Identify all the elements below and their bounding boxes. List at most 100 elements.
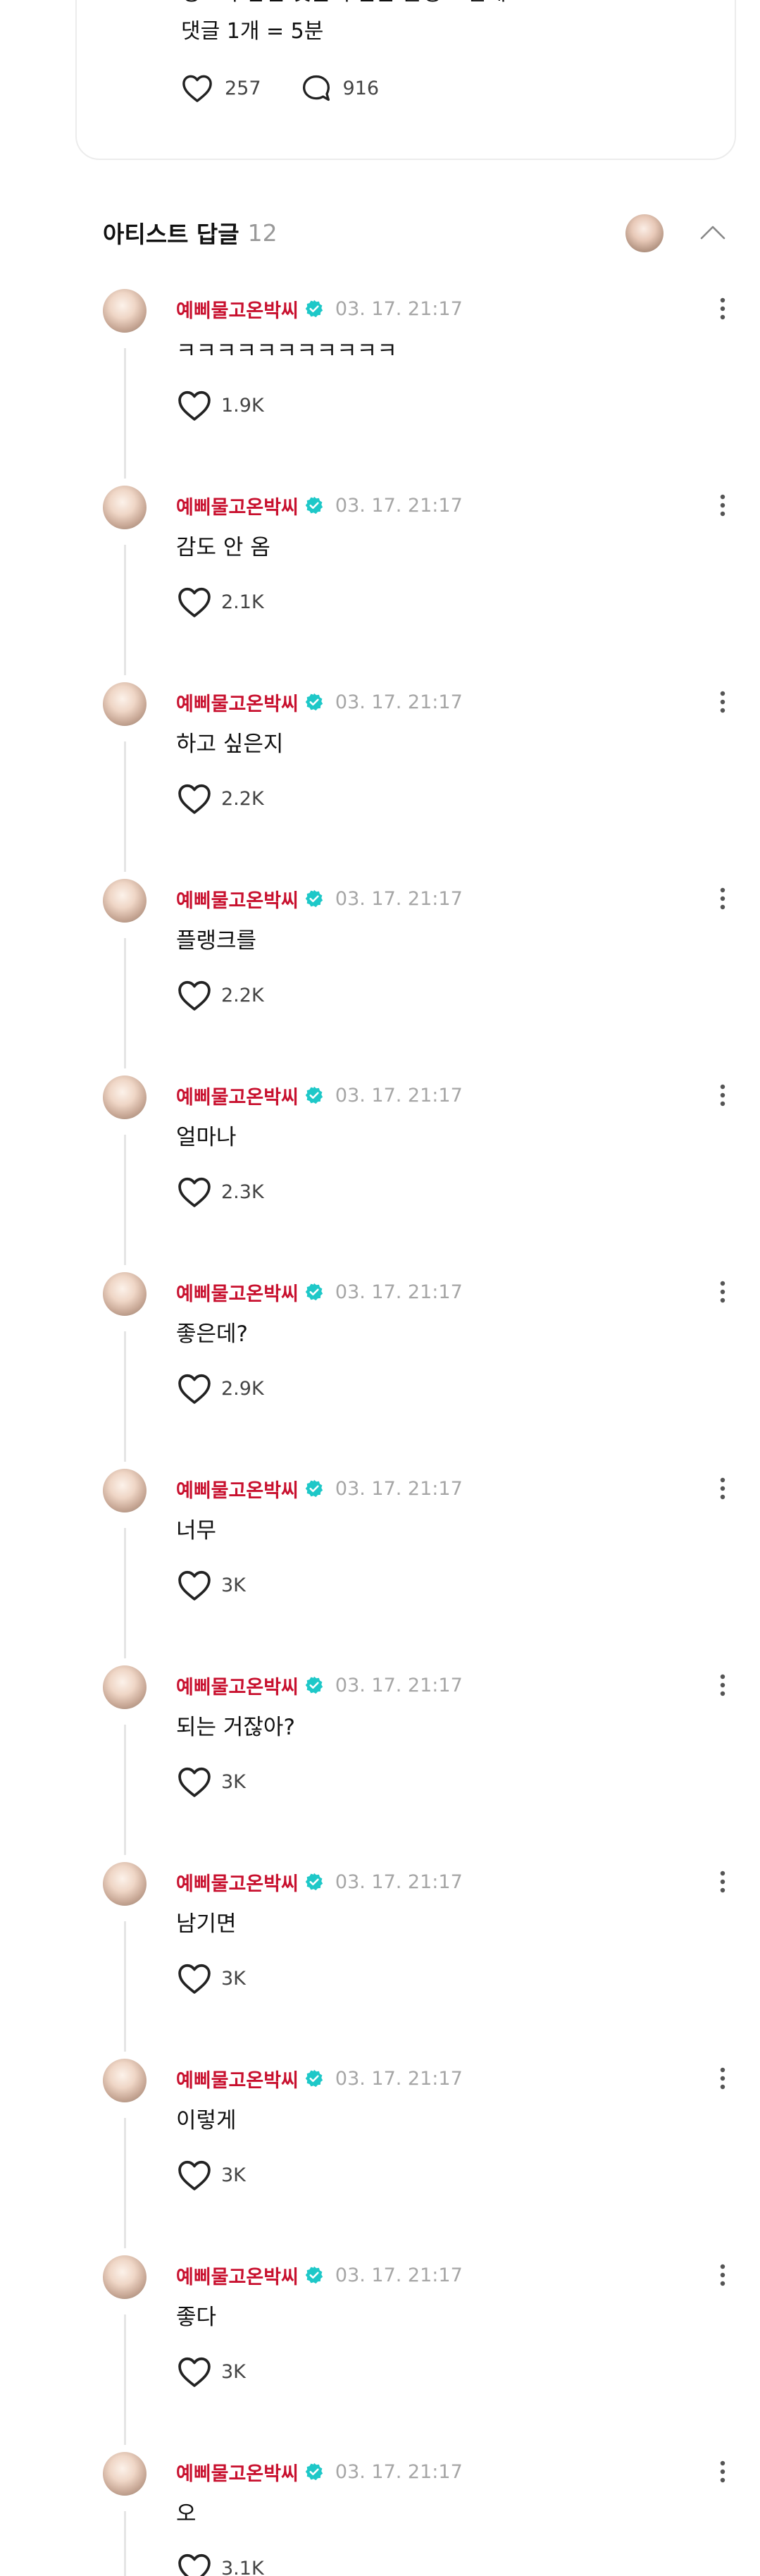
- like-count: 2.2K: [221, 787, 264, 810]
- reply-like-button[interactable]: 1.9K: [176, 389, 264, 421]
- more-vertical-icon[interactable]: [714, 885, 731, 913]
- verified-badge-icon: [305, 2463, 323, 2481]
- reply-text: 플랭크를: [176, 928, 257, 954]
- reply-like-button[interactable]: 3.1K: [176, 2552, 264, 2576]
- reply-text: 얼마나: [176, 1125, 237, 1150]
- artist-avatar[interactable]: [103, 2255, 147, 2299]
- reply-text: 오: [176, 2501, 197, 2527]
- artist-avatar[interactable]: [103, 1862, 147, 1906]
- artist-name[interactable]: 예삐물고온박씨: [176, 689, 299, 716]
- post-text: 성호가 남긴 댓글 수만큼 플랭크 할게!ㅎ 댓글 1개 = 5분: [181, 0, 534, 51]
- timestamp: 03. 17. 21:17: [335, 1674, 463, 1696]
- post-like-button[interactable]: 257: [181, 73, 261, 103]
- like-count: 3.1K: [221, 2557, 264, 2576]
- reply-like-button[interactable]: 2.1K: [176, 586, 264, 618]
- timestamp: 03. 17. 21:17: [335, 494, 463, 517]
- reply-like-button[interactable]: 3K: [176, 1569, 246, 1601]
- verified-badge-icon: [305, 1479, 323, 1498]
- post-text-line: 성호가 남긴 댓글 수만큼 플랭크 할게!ㅎ: [181, 0, 534, 13]
- artist-avatar[interactable]: [103, 2452, 147, 2496]
- reply-item: 예삐물고온박씨 03. 17. 21:17 ㅋㅋㅋㅋㅋㅋㅋㅋㅋㅋㅋ 1.9K: [103, 289, 737, 481]
- thread-line: [124, 545, 126, 675]
- reply-like-button[interactable]: 3K: [176, 2355, 246, 2388]
- more-vertical-icon[interactable]: [714, 2064, 731, 2093]
- more-vertical-icon[interactable]: [714, 688, 731, 716]
- reply-like-button[interactable]: 3K: [176, 1962, 246, 1995]
- like-count: 2.9K: [221, 1377, 264, 1400]
- artist-name[interactable]: 예삐물고온박씨: [176, 492, 299, 519]
- reply-text: 이렇게: [176, 2108, 237, 2133]
- more-vertical-icon[interactable]: [714, 491, 731, 519]
- artist-avatar[interactable]: [103, 1076, 147, 1119]
- verified-badge-icon: [305, 1086, 323, 1104]
- artist-name[interactable]: 예삐물고온박씨: [176, 1672, 299, 1699]
- heart-icon: [182, 75, 212, 102]
- artist-name[interactable]: 예삐물고온박씨: [176, 2262, 299, 2289]
- more-vertical-icon[interactable]: [714, 1278, 731, 1306]
- artist-name[interactable]: 예삐물고온박씨: [176, 2065, 299, 2093]
- more-vertical-icon[interactable]: [714, 1671, 731, 1699]
- timestamp: 03. 17. 21:17: [335, 2264, 463, 2286]
- reply-item: 예삐물고온박씨 03. 17. 21:17 감도 안 옴 2.1K: [103, 486, 737, 678]
- reply-like-button[interactable]: 2.3K: [176, 1176, 264, 1208]
- reply-like-button[interactable]: 2.2K: [176, 782, 264, 815]
- artist-avatar[interactable]: [103, 486, 147, 529]
- timestamp: 03. 17. 21:17: [335, 1477, 463, 1500]
- comment-icon: [302, 75, 330, 101]
- reply-item: 예삐물고온박씨 03. 17. 21:17 좋은데? 2.9K: [103, 1272, 737, 1465]
- more-vertical-icon[interactable]: [714, 1868, 731, 1896]
- heart-icon: [178, 1964, 211, 1994]
- artist-avatar[interactable]: [103, 1272, 147, 1316]
- heart-icon: [178, 980, 211, 1011]
- thread-line: [124, 348, 126, 479]
- verified-badge-icon: [305, 300, 323, 318]
- artist-avatar[interactable]: [625, 214, 664, 252]
- heart-icon: [178, 390, 211, 421]
- heart-icon: [178, 1374, 211, 1404]
- artist-name[interactable]: 예삐물고온박씨: [176, 1868, 299, 1896]
- more-vertical-icon[interactable]: [714, 1081, 731, 1109]
- thread-line: [124, 1725, 126, 1855]
- heart-icon: [178, 2357, 211, 2387]
- reply-header: 예삐물고온박씨 03. 17. 21:17: [176, 1279, 463, 1305]
- artist-avatar[interactable]: [103, 682, 147, 726]
- reply-like-button[interactable]: 2.9K: [176, 1372, 264, 1405]
- artist-avatar[interactable]: [103, 2059, 147, 2102]
- heart-icon: [178, 1570, 211, 1601]
- like-count: 3K: [221, 2360, 246, 2383]
- heart-icon: [178, 587, 211, 617]
- artist-avatar[interactable]: [103, 1469, 147, 1512]
- more-vertical-icon[interactable]: [714, 1474, 731, 1503]
- reply-header: 예삐물고온박씨 03. 17. 21:17: [176, 1475, 463, 1503]
- reply-count: 12: [247, 218, 278, 247]
- artist-name[interactable]: 예삐물고온박씨: [176, 295, 299, 323]
- more-vertical-icon[interactable]: [714, 2261, 731, 2289]
- verified-badge-icon: [305, 1873, 323, 1891]
- reply-item: 예삐물고온박씨 03. 17. 21:17 되는 거잖아? 3K: [103, 1665, 737, 1858]
- more-vertical-icon[interactable]: [714, 2458, 731, 2486]
- reply-like-button[interactable]: 2.2K: [176, 979, 264, 1011]
- verified-badge-icon: [305, 693, 323, 711]
- reply-header: 예삐물고온박씨 03. 17. 21:17: [176, 492, 463, 519]
- reply-like-button[interactable]: 3K: [176, 1765, 246, 1798]
- artist-avatar[interactable]: [103, 1665, 147, 1709]
- artist-name[interactable]: 예삐물고온박씨: [176, 885, 299, 913]
- heart-icon: [178, 1767, 211, 1797]
- more-vertical-icon[interactable]: [714, 295, 731, 323]
- timestamp: 03. 17. 21:17: [335, 2067, 463, 2090]
- reply-text: 하고 싶은지: [176, 732, 284, 757]
- thread-line: [124, 2511, 126, 2576]
- artist-name[interactable]: 예삐물고온박씨: [176, 2458, 299, 2486]
- artist-name[interactable]: 예삐물고온박씨: [176, 1475, 299, 1503]
- reply-item: 예삐물고온박씨 03. 17. 21:17 얼마나 2.3K: [103, 1076, 737, 1268]
- artist-name[interactable]: 예삐물고온박씨: [176, 1278, 299, 1306]
- artist-name[interactable]: 예삐물고온박씨: [176, 1082, 299, 1109]
- verified-badge-icon: [305, 889, 323, 908]
- reply-like-button[interactable]: 3K: [176, 2159, 246, 2191]
- reply-header: 예삐물고온박씨 03. 17. 21:17: [176, 2262, 463, 2288]
- artist-avatar[interactable]: [103, 289, 147, 333]
- reply-text: 남기면: [176, 1911, 237, 1937]
- artist-avatar[interactable]: [103, 879, 147, 923]
- chevron-up-icon[interactable]: [697, 218, 728, 247]
- post-comment-button[interactable]: 916: [301, 73, 379, 103]
